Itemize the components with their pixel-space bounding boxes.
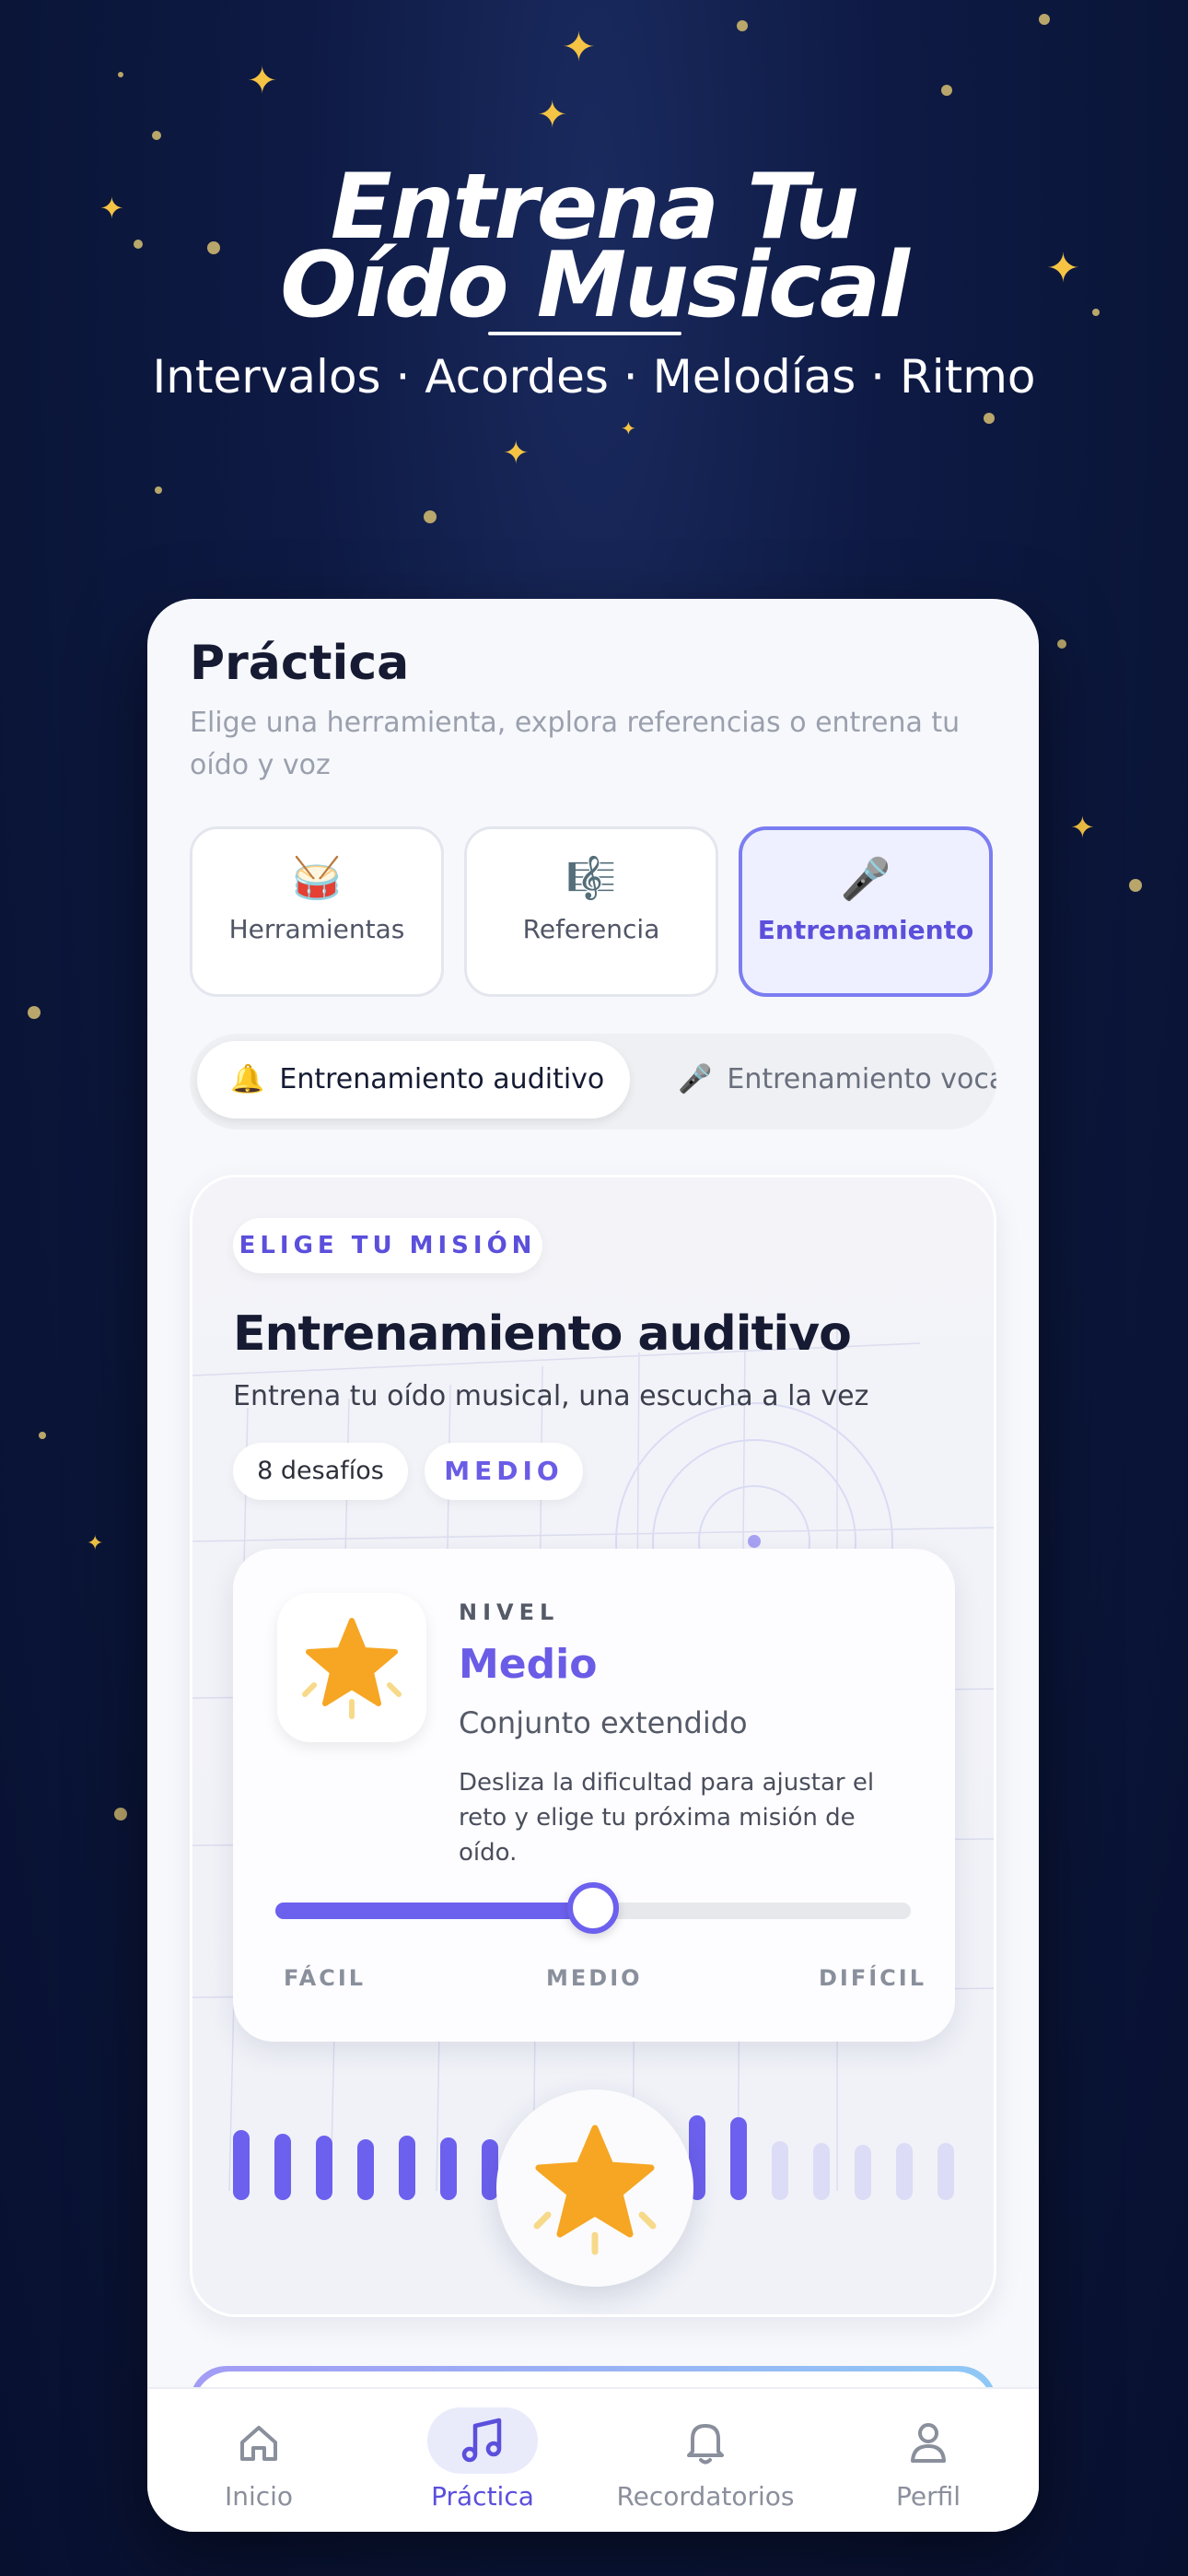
phone-screen: Práctica Elige una herramienta, explora … [147,599,1039,2532]
waveform-bar [399,2136,415,2200]
star-dot [737,20,748,31]
difficulty-slider[interactable] [275,1882,911,1934]
tab-entrenamiento-auditivo[interactable]: 🔔 Entrenamiento auditivo [197,1041,630,1118]
star-icon: ✦ [1070,810,1095,845]
nav-label: Recordatorios [616,2481,795,2512]
waveform-bar [233,2130,250,2200]
nav-inicio[interactable]: Inicio [148,2389,369,2532]
star-dot [1057,639,1066,649]
star-icon: ✦ [247,60,278,102]
bottom-nav: Inicio Práctica Recordatorios Perfil [147,2387,1039,2532]
waveform-bar [440,2137,457,2200]
slider-thumb[interactable] [567,1882,619,1934]
segment-label: Herramientas [228,914,405,944]
star-icon: ✦ [621,417,636,439]
tab-label: Entrenamiento vocal [727,1063,996,1095]
mission-title: Entrenamiento auditivo [233,1306,852,1362]
page-subtitle: Elige una herramienta, explora referenci… [190,707,961,781]
level-card: NIVEL Medio Conjunto extendido Desliza l… [233,1549,955,2042]
challenges-chip: 8 desafíos [233,1443,408,1500]
star-dot [424,510,437,523]
music-note-icon [461,2418,502,2463]
subtab-bar: 🔔 Entrenamiento auditivo 🎤 Entrenamiento v… [190,1034,996,1130]
tick-medio: MEDIO [546,1965,643,1991]
star-dot [1039,14,1050,25]
nav-icon-wrap [427,2407,538,2474]
segment-herramientas[interactable]: 🥁 Herramientas [190,826,444,997]
star-dot [155,486,162,494]
star-icon: ✦ [87,1532,104,1555]
segment-referencia[interactable]: 🎼 Referencia [464,826,718,997]
waveform-bar [896,2143,913,2200]
mission-description: Entrena tu oído musical, una escucha a l… [233,1380,869,1412]
tick-facil: FÁCIL [284,1965,367,1991]
level-caption: NIVEL [459,1599,560,1625]
hero-title-line2: Oído Musical [280,233,910,338]
sheet-music-icon: 🎼 [565,855,617,902]
star-icon [302,1618,402,1719]
hero-underline [488,332,681,335]
waveform-bar [357,2139,374,2200]
tab-label: Entrenamiento auditivo [279,1063,605,1095]
page-title: Práctica [190,636,410,691]
nav-icon-wrap [204,2407,314,2474]
star-dot [941,85,952,96]
difficulty-chip: MEDIO [425,1443,583,1500]
waveform-bar [772,2141,788,2200]
start-mission-button[interactable] [496,2090,693,2287]
waveform-bar [274,2134,291,2200]
segment-label: Entrenamiento [757,915,974,945]
microphone-icon: 🎤 [678,1063,713,1095]
star-icon: ✦ [537,94,568,136]
bell-icon: 🔔 [230,1063,265,1095]
star-dot [1129,879,1142,892]
star-dot [28,1006,41,1019]
tab-entrenamiento-vocal[interactable]: 🎤 Entrenamiento vocal [650,1041,996,1118]
segment-entrenamiento[interactable]: 🎤 Entrenamiento [739,826,993,997]
level-description: Desliza la dificultad para ajustar el re… [459,1769,875,1867]
nav-icon-wrap [873,2407,984,2474]
bell-icon [687,2424,724,2465]
star-icon: ✦ [503,435,530,472]
user-icon [911,2423,946,2463]
mission-label: ELIGE TU MISIÓN [233,1218,542,1273]
waveform-bar [813,2143,830,2200]
home-icon [240,2426,277,2461]
mission-card: ELIGE TU MISIÓN Entrenamiento auditivo E… [190,1175,996,2317]
drum-icon: 🥁 [291,855,343,902]
waveform-bar [316,2136,332,2200]
nav-icon-wrap [650,2407,761,2474]
nav-practica[interactable]: Práctica [372,2389,593,2532]
star-dot [114,1808,127,1821]
star-icon [533,2125,657,2255]
star-dot [39,1432,46,1439]
microphone-icon: 🎤 [840,856,891,903]
level-name: Medio [459,1641,598,1688]
star-icon: ✦ [562,24,596,71]
waveform-bar [938,2143,954,2200]
segment-label: Referencia [522,914,660,944]
star-dot [118,72,123,77]
star-dot [984,413,995,424]
nav-label: Práctica [431,2481,534,2512]
waveform-bar [730,2117,747,2200]
star-badge [277,1593,426,1742]
tick-dificil: DIFÍCIL [819,1965,927,1991]
nav-recordatorios[interactable]: Recordatorios [595,2389,816,2532]
slider-fill [275,1903,593,1919]
nav-label: Perfil [895,2481,961,2512]
nav-label: Inicio [224,2481,294,2512]
hero-subtitle: Intervalos · Acordes · Melodías · Ritmo [152,350,1036,404]
nav-perfil[interactable]: Perfil [818,2389,1039,2532]
star-dot [152,131,161,140]
level-set: Conjunto extendido [459,1705,748,1740]
waveform-bar [855,2145,871,2200]
